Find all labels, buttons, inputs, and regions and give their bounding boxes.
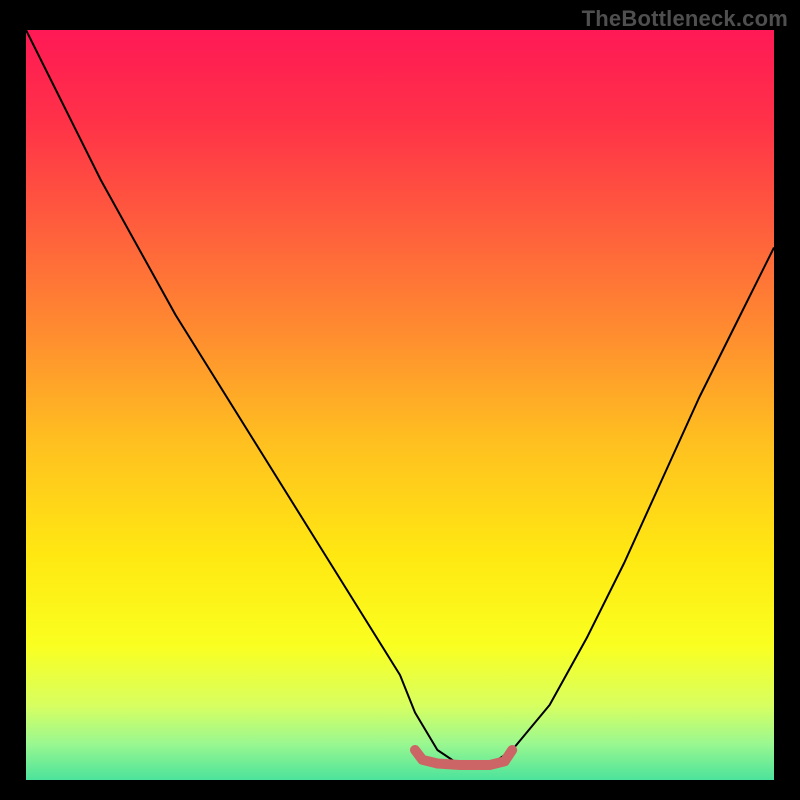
bottleneck-chart (0, 0, 800, 800)
plot-background (26, 30, 774, 780)
chart-frame: TheBottleneck.com (0, 0, 800, 800)
